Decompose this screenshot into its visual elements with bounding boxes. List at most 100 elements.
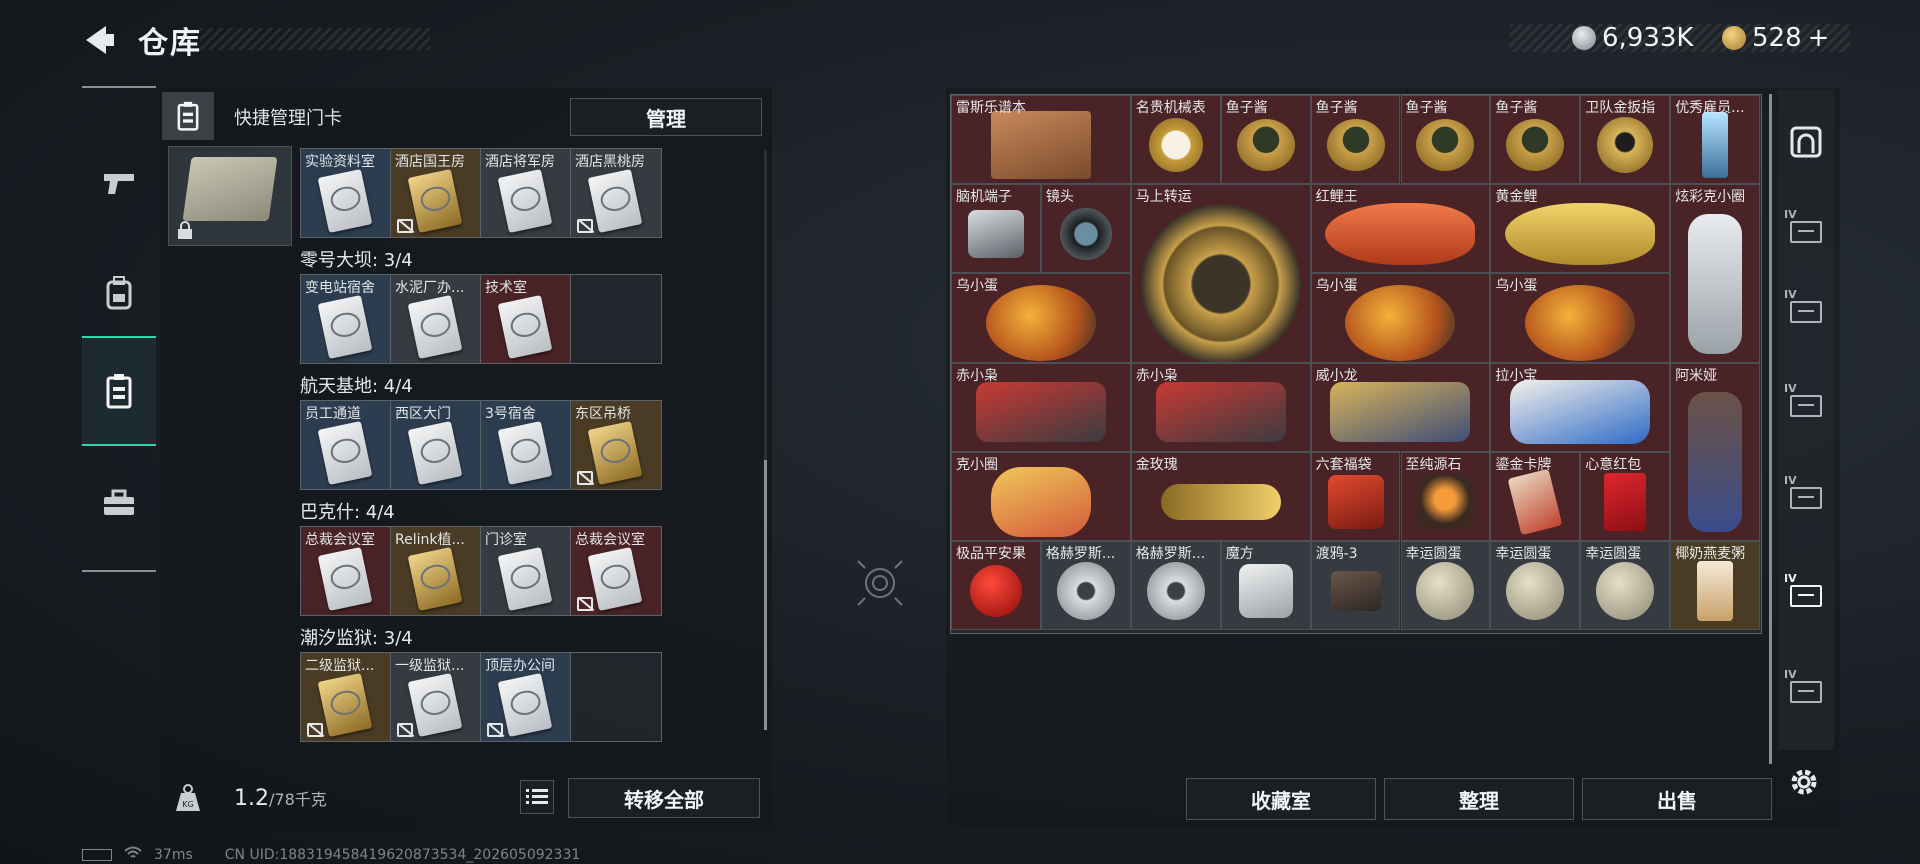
stash-item[interactable]: 幸运圆蛋 bbox=[1490, 541, 1581, 631]
stash-item-label: 至纯源石 bbox=[1405, 456, 1462, 473]
keycard-slot[interactable]: 员工通道 bbox=[301, 401, 391, 489]
stash-item[interactable]: 金玫瑰 bbox=[1130, 451, 1311, 541]
stash-item[interactable]: 鱼子酱 bbox=[1220, 95, 1311, 185]
keycard-slot[interactable]: 酒店国王房 bbox=[391, 149, 481, 237]
stash-item[interactable]: 阿米娅 bbox=[1670, 362, 1761, 541]
list-view-button[interactable] bbox=[520, 780, 554, 814]
stash-item[interactable]: 镜头 bbox=[1040, 184, 1131, 274]
keycard-slot[interactable]: 总裁会议室 bbox=[301, 527, 391, 615]
stash-item[interactable]: 乌小蛋 bbox=[951, 273, 1131, 363]
keycard-label: 二级监狱... bbox=[305, 658, 375, 674]
keycard-slot[interactable]: 门诊室 bbox=[481, 527, 571, 615]
tab-weapons[interactable] bbox=[82, 128, 156, 238]
stash-item[interactable]: 脑机端子 bbox=[951, 184, 1041, 274]
empty-keycard-slot[interactable] bbox=[571, 653, 661, 741]
sell-button[interactable]: 出售 bbox=[1582, 778, 1772, 820]
empty-keycard-slot[interactable] bbox=[571, 275, 661, 363]
stash-item[interactable]: 卫队金扳指 bbox=[1580, 95, 1671, 185]
keycard-label: 门诊室 bbox=[485, 532, 527, 548]
status-bar: 37ms CN UID:18831945841962087​3534_20260… bbox=[82, 846, 580, 864]
safe-box-icon[interactable] bbox=[1784, 120, 1828, 164]
stash-item[interactable]: 椰奶燕麦粥 bbox=[1670, 541, 1761, 631]
stash-item[interactable]: 红鲤王 bbox=[1310, 184, 1491, 274]
keycard-image bbox=[317, 169, 373, 233]
keycard-slot[interactable]: 总裁会议室 bbox=[571, 527, 661, 615]
stash-item[interactable]: 优秀雇员... bbox=[1670, 95, 1761, 185]
keycard-scrollbar[interactable] bbox=[764, 150, 767, 730]
keycard-slot[interactable]: Relink植... bbox=[391, 527, 481, 615]
keycard-image bbox=[407, 295, 463, 359]
gold-currency[interactable]: 528 + bbox=[1722, 22, 1829, 54]
stash-item[interactable]: 炫彩克小圈 bbox=[1670, 184, 1761, 363]
toolbox-icon bbox=[104, 489, 134, 515]
tab-backpack[interactable] bbox=[82, 238, 156, 348]
stash-item[interactable]: 赤小枭 bbox=[1130, 362, 1311, 452]
stash-item[interactable]: 鱼子酱 bbox=[1490, 95, 1581, 185]
keycard-scrollbar-thumb[interactable] bbox=[764, 460, 767, 730]
keycard-slot[interactable]: 二级监狱... bbox=[301, 653, 391, 741]
stash-item[interactable]: 名贵机械表 bbox=[1130, 95, 1221, 185]
sort-button[interactable]: 整理 bbox=[1384, 778, 1574, 820]
back-arrow-icon[interactable] bbox=[80, 20, 120, 60]
keycard-slot[interactable]: 酒店将军房 bbox=[481, 149, 571, 237]
stash-item[interactable]: 赤小枭 bbox=[951, 362, 1131, 452]
stash-item[interactable]: 鱼子酱 bbox=[1400, 95, 1491, 185]
stash-item[interactable]: 黄金鲤 bbox=[1490, 184, 1671, 274]
cardw-icon bbox=[1507, 468, 1563, 535]
stash-item[interactable]: 幸运圆蛋 bbox=[1400, 541, 1491, 631]
stash-item-label: 幸运圆蛋 bbox=[1585, 546, 1642, 562]
keycard-label: 顶层办公间 bbox=[485, 658, 555, 674]
keycard-holder-slot[interactable] bbox=[168, 146, 292, 246]
stash-item[interactable]: 乌小蛋 bbox=[1310, 273, 1491, 363]
storage-page-icon[interactable]: IV bbox=[1784, 288, 1828, 334]
collection-room-button[interactable]: 收藏室 bbox=[1186, 778, 1376, 820]
storage-page-icon[interactable]: IV bbox=[1784, 668, 1828, 714]
keycard-label: 3号宿舍 bbox=[485, 406, 536, 422]
stash-item[interactable]: 极品平安果 bbox=[951, 541, 1041, 631]
keycard-slot[interactable]: 顶层办公间 bbox=[481, 653, 571, 741]
storage-page-icon[interactable]: IV bbox=[1784, 572, 1828, 618]
left-category-rail bbox=[82, 86, 156, 572]
keycard-slot[interactable]: 西区大门 bbox=[391, 401, 481, 489]
stash-item[interactable]: 至纯源石 bbox=[1400, 451, 1491, 541]
keycard-slot[interactable]: 水泥厂办... bbox=[391, 275, 481, 363]
stash-item[interactable]: 六套福袋 bbox=[1310, 451, 1401, 541]
storage-page-icon[interactable]: IV bbox=[1784, 474, 1828, 520]
stash-item-label: 乌小蛋 bbox=[1315, 278, 1358, 295]
stash-item[interactable]: 渡鸦-3 bbox=[1310, 541, 1401, 631]
tab-toolbox[interactable] bbox=[82, 448, 156, 558]
tab-keycards[interactable] bbox=[82, 336, 156, 446]
storage-page-level: IV bbox=[1784, 474, 1797, 487]
bind-disabled-icon bbox=[577, 597, 593, 611]
keycard-slot[interactable]: 实验资料室 bbox=[301, 149, 391, 237]
stash-item[interactable]: 乌小蛋 bbox=[1490, 273, 1671, 363]
keycard-label: 总裁会议室 bbox=[575, 532, 645, 548]
storage-page-icon[interactable]: IV bbox=[1784, 208, 1828, 254]
stash-item[interactable]: 格赫罗斯... bbox=[1040, 541, 1131, 631]
stash-item[interactable]: 心意红包 bbox=[1580, 451, 1671, 541]
egg-icon bbox=[1525, 285, 1636, 362]
stash-item[interactable]: 格赫罗斯... bbox=[1130, 541, 1221, 631]
stash-item[interactable]: 克小圈 bbox=[951, 451, 1131, 541]
stash-item[interactable]: 鎏金卡牌 bbox=[1490, 451, 1581, 541]
transfer-all-button[interactable]: 转移全部 bbox=[568, 778, 760, 818]
stash-item[interactable]: 幸运圆蛋 bbox=[1580, 541, 1671, 631]
stash-item[interactable]: 拉小宝 bbox=[1490, 362, 1671, 452]
stash-item[interactable]: 马上转运 bbox=[1130, 184, 1311, 363]
add-currency-icon[interactable]: + bbox=[1808, 23, 1830, 53]
stash-scrollbar[interactable] bbox=[1769, 94, 1772, 764]
keycard-slot[interactable]: 酒店黑桃房 bbox=[571, 149, 661, 237]
keycard-slot[interactable]: 一级监狱... bbox=[391, 653, 481, 741]
stash-item[interactable]: 鱼子酱 bbox=[1310, 95, 1401, 185]
stash-item[interactable]: 魔方 bbox=[1220, 541, 1311, 631]
settings-gear-icon[interactable] bbox=[1786, 764, 1822, 800]
keycard-image bbox=[317, 547, 373, 611]
manage-button[interactable]: 管理 bbox=[570, 98, 762, 136]
keycard-slot[interactable]: 东区吊桥 bbox=[571, 401, 661, 489]
keycard-slot[interactable]: 3号宿舍 bbox=[481, 401, 571, 489]
storage-page-icon[interactable]: IV bbox=[1784, 382, 1828, 428]
stash-item[interactable]: 威小龙 bbox=[1310, 362, 1491, 452]
keycard-slot[interactable]: 技术室 bbox=[481, 275, 571, 363]
keycard-slot[interactable]: 变电站宿舍 bbox=[301, 275, 391, 363]
stash-item[interactable]: 雷斯乐谱本 bbox=[951, 95, 1131, 185]
